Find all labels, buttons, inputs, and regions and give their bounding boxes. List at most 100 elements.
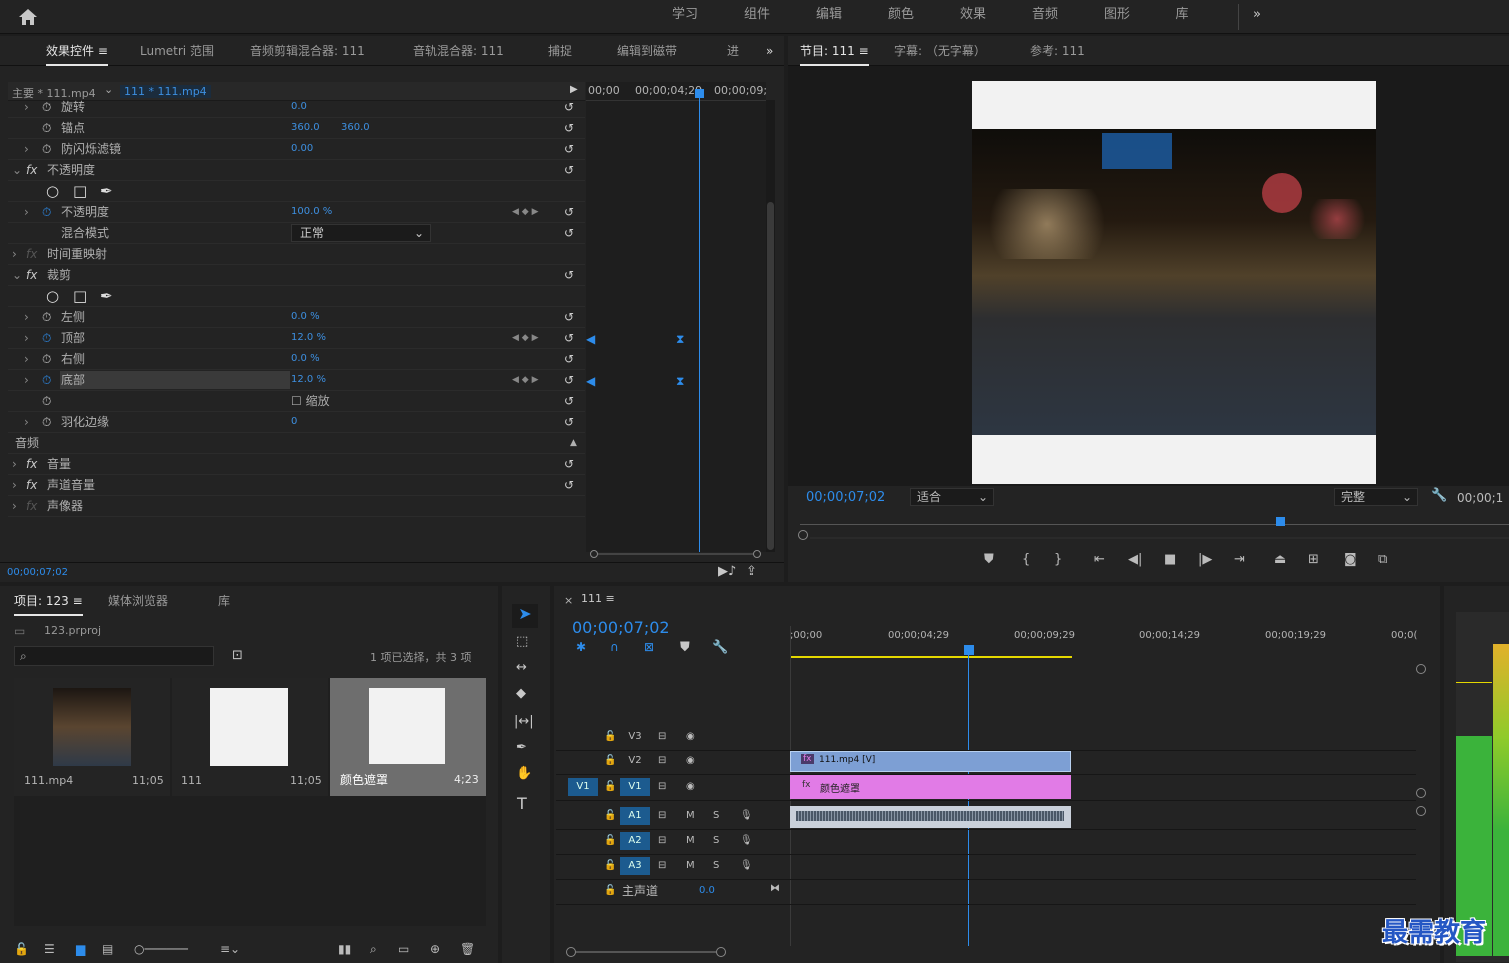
workspace-learn[interactable]: 学习 [655,0,715,34]
pen-icon[interactable]: ✒ [516,740,527,755]
pen-mask-icon[interactable]: ✒ [100,286,113,307]
sync-lock-icon[interactable]: ⊟ [658,807,666,825]
stopwatch-icon[interactable]: ⏱ [42,412,51,433]
reset-icon[interactable]: ↺ [564,412,574,433]
track-header[interactable]: 🔓 V3 ⊟ ◉ [556,726,1416,751]
keyframe-icon[interactable]: ⧗ [676,332,684,347]
chevron-right-icon[interactable]: › [12,454,17,475]
clip-v2[interactable]: fx 111.mp4 [V] [790,751,1071,772]
effect-row[interactable]: › fx 声像器 [8,496,585,517]
chevron-right-icon[interactable]: › [24,97,29,118]
effect-row[interactable]: 音频 ▲ [8,433,585,454]
keyframe-icon[interactable]: ⧗ [676,374,684,389]
reset-icon[interactable]: ↺ [564,454,574,475]
stopwatch-icon[interactable]: ⏱ [42,202,51,223]
snap-icon[interactable]: ∩ [610,640,619,654]
tab-reference[interactable]: 参考: 111 [1030,36,1085,66]
chevron-right-icon[interactable]: › [24,349,29,370]
property-value[interactable]: 0.0 [291,97,307,118]
panel-overflow-button[interactable]: » [766,36,773,66]
chevron-right-icon[interactable]: › [12,475,17,496]
zoom-slider[interactable]: ○────── [134,942,188,956]
tab-program[interactable]: 节目: 111 ≡ [800,36,869,66]
mic-icon[interactable]: 🎙 [740,832,753,850]
property-value[interactable]: 0.0 % [291,349,320,370]
lock-icon[interactable]: 🔓 [14,942,29,956]
reset-icon[interactable]: ↺ [564,160,574,181]
property-value[interactable]: 360.0 [341,118,370,139]
reset-icon[interactable]: ↺ [564,118,574,139]
zoom-scrollbar[interactable] [590,550,761,558]
new-item-icon[interactable]: ⊕ [430,942,440,956]
tab-audio-track-mixer[interactable]: 音轨混合器: 111 [413,36,504,66]
effect-timecode[interactable]: 00;00;07;02 [7,567,68,578]
track-label[interactable]: A2 [620,832,650,850]
reset-icon[interactable]: ↺ [564,328,574,349]
extract-icon[interactable]: ⊞ [1308,552,1319,567]
keyframe-nav-icon[interactable]: ◀ ◆ ▶ [512,328,539,349]
master-volume[interactable]: 0.0 [699,882,715,900]
playhead[interactable] [699,92,700,552]
sync-lock-icon[interactable]: ⊟ [658,752,666,770]
lock-icon[interactable]: 🔓 [604,882,616,900]
reset-icon[interactable]: ↺ [564,223,574,244]
effect-row[interactable]: ⌄ fx 裁剪 ↺ [8,265,585,286]
playhead-handle[interactable] [964,645,974,655]
effect-row[interactable]: › ⏱ 不透明度 100.0 % ◀ ◆ ▶ ↺ [8,202,585,223]
export-frame-icon[interactable]: ◙ [1344,552,1357,567]
lock-icon[interactable]: 🔓 [604,728,616,746]
keyframe-icon[interactable]: ◀ [586,332,595,346]
mark-out-icon[interactable]: } [1054,552,1062,567]
tab-project[interactable]: 项目: 123 ≡ [14,586,83,616]
type-tool-icon[interactable]: T [517,794,527,813]
stopwatch-icon[interactable]: ⏱ [42,328,51,349]
compare-icon[interactable]: ⧉ [1378,552,1387,567]
trash-icon[interactable]: 🗑 [460,942,475,956]
property-value[interactable]: 360.0 [291,118,320,139]
sequence-tab[interactable]: 111 ≡ [581,592,615,605]
track-label[interactable]: V1 [620,778,650,796]
home-icon[interactable] [18,8,38,26]
icon-view-icon[interactable]: ▆ [76,942,85,956]
track-label[interactable]: A1 [620,807,650,825]
keyframe-nav-icon[interactable]: ◀ ◆ ▶ [512,202,539,223]
step-forward-icon[interactable]: |▶ [1198,552,1212,567]
project-item[interactable]: 111.mp4 11;05 [14,678,170,796]
stopwatch-icon[interactable]: ⏱ [42,139,51,160]
workspace-effects[interactable]: 效果 [943,0,1003,34]
eye-icon[interactable]: ◉ [686,752,695,770]
chevron-right-icon[interactable]: › [24,307,29,328]
ellipse-mask-icon[interactable]: ○ [46,181,59,202]
list-view-icon[interactable]: ☰ [44,942,55,956]
stopwatch-icon[interactable]: ⏱ [42,118,51,139]
stop-icon[interactable]: ■ [1164,552,1176,567]
workspace-assembly[interactable]: 组件 [727,0,787,34]
sync-lock-icon[interactable]: ⊟ [658,728,666,746]
lock-icon[interactable]: 🔓 [604,752,616,770]
video-frame[interactable] [972,81,1376,484]
timeline-timecode[interactable]: 00;00;07;02 [572,618,670,637]
stopwatch-icon[interactable]: ⏱ [42,97,51,118]
effect-row[interactable]: › fx 声道音量 ↺ [8,475,585,496]
sync-lock-icon[interactable]: ⊟ [658,857,666,875]
chevron-right-icon[interactable]: › [24,370,29,391]
mic-icon[interactable]: 🎙 [740,857,753,875]
ripple-edit-icon[interactable]: ↔ [516,660,527,675]
automate-icon[interactable]: ▮▮ [338,942,351,956]
effect-row[interactable]: › ⏱ 羽化边缘 0 ↺ [8,412,585,433]
linked-selection-icon[interactable]: ⊠ [644,640,654,654]
nest-icon[interactable]: ✱ [576,640,586,654]
effect-row[interactable]: ○ □ ✒ [8,286,585,307]
lock-icon[interactable]: 🔓 [604,807,616,825]
mute-button[interactable]: M [686,832,695,850]
effect-row[interactable]: ⏱ 锚点 360.0 360.0 ↺ [8,118,585,139]
step-back-icon[interactable]: ◀| [1128,552,1142,567]
chevron-down-icon[interactable]: ⌄ [12,265,22,286]
track-label[interactable]: A3 [620,857,650,875]
keyframe-nav-icon[interactable]: ◀ ◆ ▶ [512,370,539,391]
track-label[interactable]: V3 [620,728,650,746]
new-bin-button[interactable]: ▭ [398,942,409,956]
tab-captions[interactable]: 字幕: （无字幕） [894,36,986,66]
solo-button[interactable]: S [713,807,719,825]
sort-icon[interactable]: ≡⌄ [220,942,240,956]
